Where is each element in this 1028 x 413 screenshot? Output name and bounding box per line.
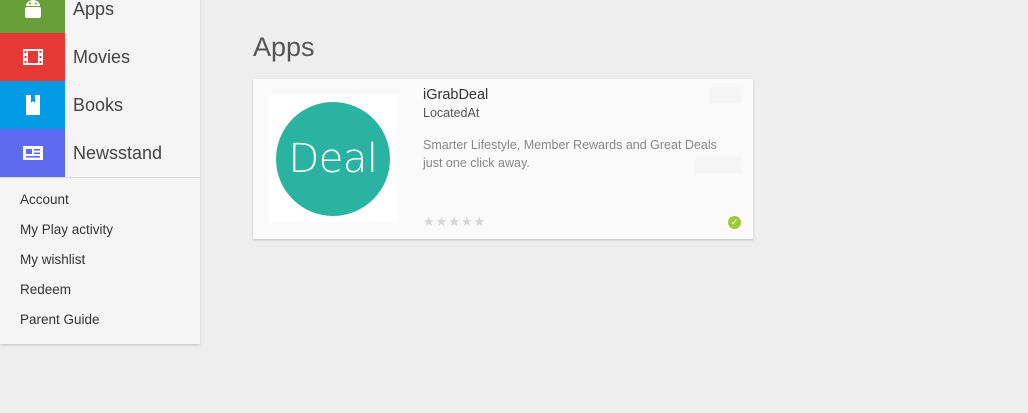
price-placeholder bbox=[709, 87, 741, 103]
star-icon: ★ bbox=[473, 214, 486, 229]
rating-stars: ★ ★ ★ ★ ★ bbox=[423, 215, 485, 228]
cat-icon-box bbox=[0, 129, 65, 177]
sidebar-item-label: Newsstand bbox=[73, 142, 163, 163]
section-title: Apps bbox=[253, 32, 315, 62]
action-placeholder bbox=[695, 157, 741, 173]
installed-check-icon: ✓ bbox=[728, 216, 741, 229]
app-icon[interactable]: Deal bbox=[269, 95, 397, 223]
app-icon-circle: Deal bbox=[276, 102, 390, 216]
app-title[interactable]: iGrabDeal bbox=[423, 87, 488, 103]
sidebar-item-label: Books bbox=[73, 94, 124, 115]
link-redeem[interactable]: Redeem bbox=[0, 275, 200, 305]
link-account[interactable]: Account bbox=[0, 185, 200, 215]
app-card[interactable]: Deal iGrabDeal LocatedAt Smarter Lifesty… bbox=[253, 79, 753, 239]
link-parent-guide[interactable]: Parent Guide bbox=[0, 305, 200, 335]
star-icon: ★ bbox=[460, 214, 473, 229]
link-my-wishlist[interactable]: My wishlist bbox=[0, 245, 200, 275]
star-icon: ★ bbox=[423, 214, 435, 229]
sidebar-item-books[interactable]: Books bbox=[0, 81, 200, 129]
sidebar-links: Account My Play activity My wishlist Red… bbox=[0, 178, 200, 344]
sidebar-item-label: Movies bbox=[73, 46, 131, 67]
star-icon: ★ bbox=[448, 214, 460, 229]
cat-icon-box bbox=[0, 0, 65, 33]
sidebar-item-label: Apps bbox=[73, 0, 115, 19]
newspaper-icon bbox=[22, 146, 43, 160]
sidebar-item-movies[interactable]: Movies bbox=[0, 33, 200, 81]
cat-icon-box bbox=[0, 33, 65, 81]
link-my-play-activity[interactable]: My Play activity bbox=[0, 215, 200, 245]
cat-icon-box bbox=[0, 81, 65, 129]
film-icon bbox=[22, 49, 43, 65]
sidebar: Apps Movies Books Newsstand Account My P… bbox=[0, 0, 200, 344]
sidebar-item-apps[interactable]: Apps bbox=[0, 0, 200, 33]
app-icon-text: Deal bbox=[288, 136, 378, 182]
app-description: Smarter Lifestyle, Member Rewards and Gr… bbox=[423, 138, 717, 170]
star-icon: ★ bbox=[435, 214, 448, 229]
sidebar-item-newsstand[interactable]: Newsstand bbox=[0, 129, 200, 177]
book-icon bbox=[25, 95, 40, 115]
page: Apps Movies Books Newsstand Account My P… bbox=[0, 0, 1028, 413]
app-developer[interactable]: LocatedAt bbox=[423, 106, 479, 120]
android-icon bbox=[24, 0, 41, 18]
